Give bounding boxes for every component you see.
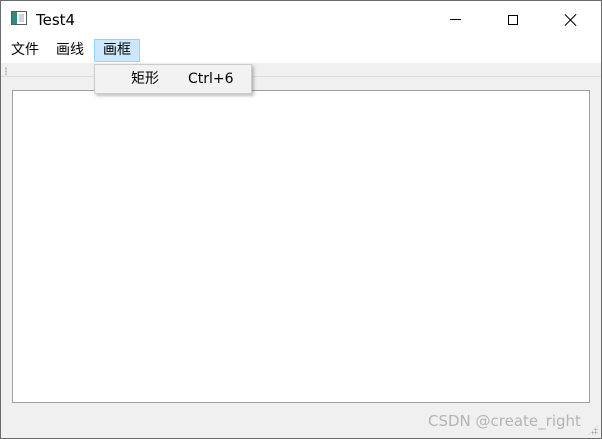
toolbar-grip-handle[interactable] bbox=[5, 67, 7, 75]
menu-item-rectangle[interactable]: 矩形 Ctrl+6 bbox=[97, 67, 249, 91]
central-drawing-area[interactable] bbox=[12, 90, 590, 403]
close-icon bbox=[564, 13, 578, 27]
draw-frame-dropdown-menu: 矩形 Ctrl+6 bbox=[94, 64, 252, 94]
watermark-text: CSDN @create_right bbox=[428, 412, 581, 430]
window-title: Test4 bbox=[36, 11, 76, 29]
toolbar bbox=[1, 63, 601, 77]
close-button[interactable] bbox=[548, 1, 594, 38]
minimize-icon bbox=[449, 19, 461, 20]
resize-grip-icon[interactable] bbox=[588, 425, 598, 435]
maximize-icon bbox=[508, 14, 518, 25]
minimize-button[interactable] bbox=[432, 1, 478, 38]
maximize-button[interactable] bbox=[490, 1, 536, 38]
menu-file[interactable]: 文件 bbox=[4, 39, 46, 62]
menu-item-rectangle-shortcut: Ctrl+6 bbox=[188, 71, 234, 87]
menu-item-rectangle-label: 矩形 bbox=[131, 71, 159, 87]
menu-draw-frame[interactable]: 画框 bbox=[94, 39, 140, 62]
main-window: Test4 文件 画线 画框 矩形 Ctrl+6 CSDN @create_ri… bbox=[0, 0, 602, 439]
app-window-icon bbox=[11, 11, 27, 25]
menu-bar: 文件 画线 画框 bbox=[1, 38, 601, 63]
title-bar[interactable]: Test4 bbox=[1, 1, 601, 38]
menu-draw-line[interactable]: 画线 bbox=[49, 39, 91, 62]
